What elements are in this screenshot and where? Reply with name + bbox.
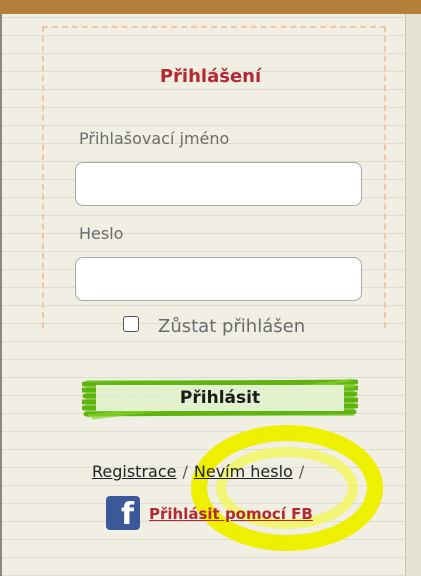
password-label: Heslo — [79, 224, 124, 243]
facebook-login-link[interactable]: Přihlásit pomocí FB — [149, 505, 313, 523]
yellow-highlight — [191, 425, 383, 551]
remember-label[interactable]: Zůstat přihlášen — [158, 316, 305, 337]
account-links: Registrace / Nevím heslo / — [92, 462, 310, 481]
login-title: Přihlášení — [159, 66, 262, 87]
top-band — [0, 0, 421, 14]
left-edge — [0, 14, 2, 576]
forgot-password-link[interactable]: Nevím heslo — [194, 462, 293, 481]
login-button-label: Přihlásit — [179, 388, 261, 408]
link-separator: / — [298, 462, 305, 481]
facebook-icon[interactable]: f — [106, 496, 140, 532]
username-label: Přihlašovací jméno — [79, 129, 230, 148]
password-input[interactable] — [75, 257, 362, 301]
username-input[interactable] — [75, 162, 362, 206]
remember-checkbox[interactable] — [123, 316, 139, 332]
right-edge — [405, 14, 421, 576]
register-link[interactable]: Registrace — [92, 462, 176, 481]
login-button[interactable]: Přihlásit — [82, 376, 358, 420]
link-separator: / — [182, 462, 188, 481]
